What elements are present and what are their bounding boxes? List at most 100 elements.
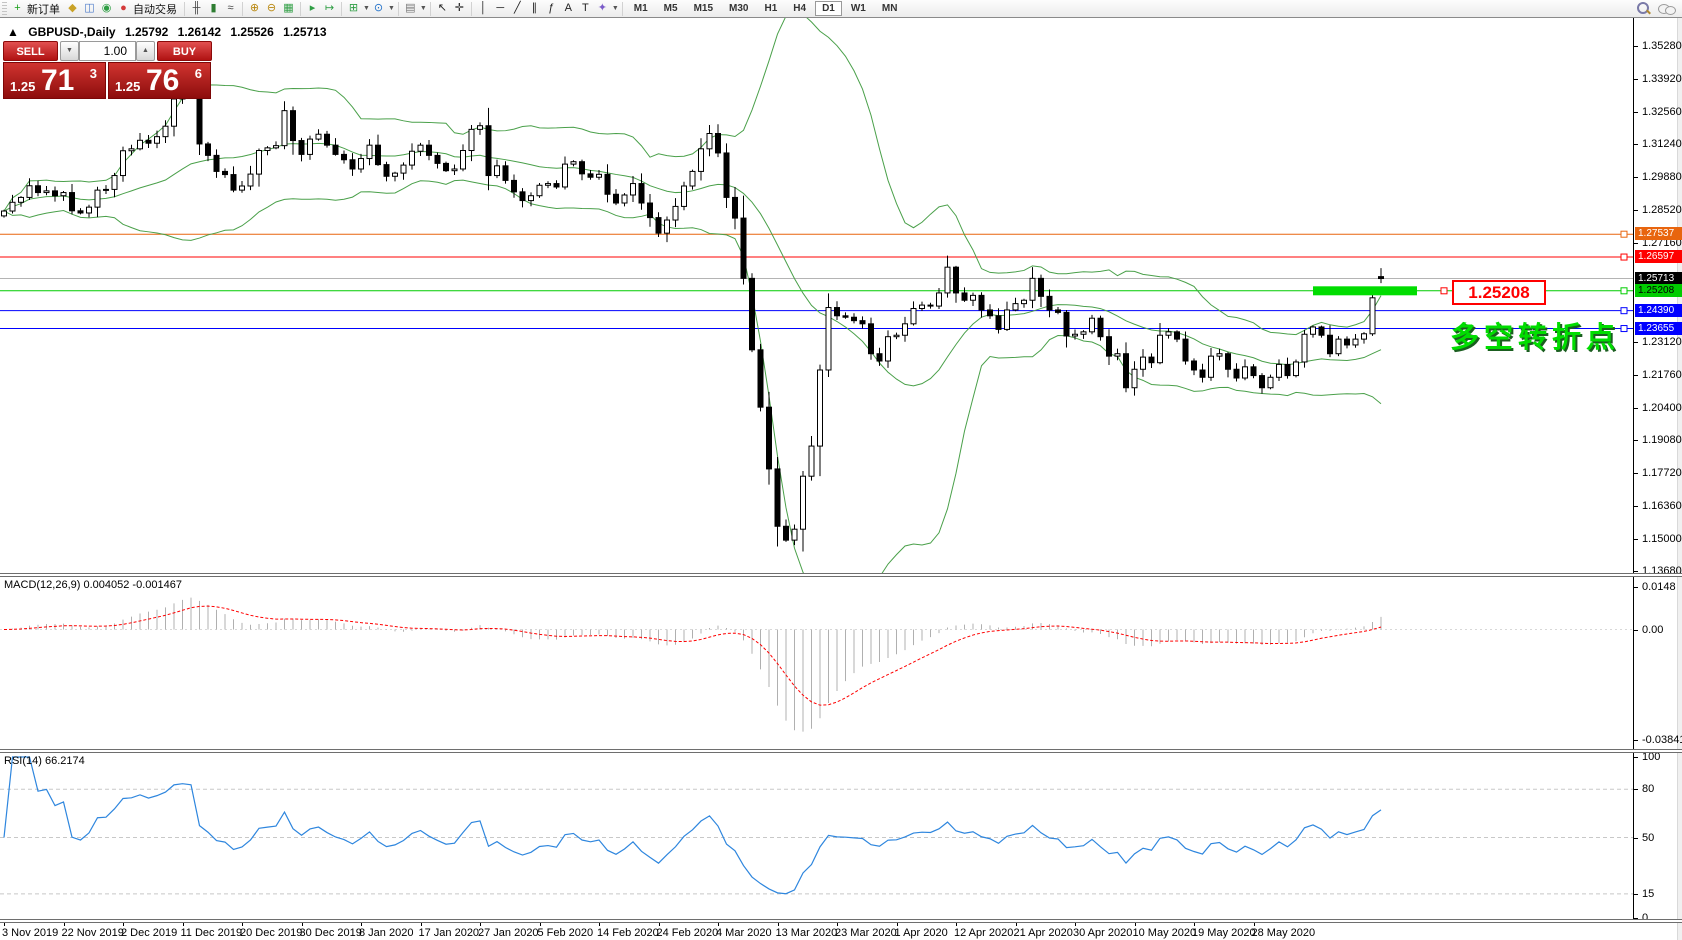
candle-body bbox=[877, 354, 882, 361]
candle-body bbox=[801, 476, 806, 529]
volume-input[interactable]: 1.00 bbox=[79, 41, 136, 61]
candle-body bbox=[418, 145, 423, 151]
line-anchor-marker[interactable] bbox=[1621, 231, 1627, 237]
rsi-axis-label: 50 bbox=[1642, 832, 1654, 844]
candle-body bbox=[1345, 339, 1350, 345]
candle-body bbox=[27, 186, 32, 198]
candle-body bbox=[656, 218, 661, 234]
candle-body bbox=[860, 321, 865, 324]
date-axis-label: 4 Mar 2020 bbox=[716, 927, 772, 939]
date-axis-label: 8 Jan 2020 bbox=[359, 927, 413, 939]
candle-body bbox=[818, 370, 823, 446]
candle-body bbox=[1294, 362, 1299, 376]
candle-body bbox=[393, 173, 398, 176]
candle-body bbox=[1217, 354, 1222, 356]
candle-body bbox=[95, 190, 100, 207]
candle-body bbox=[61, 193, 66, 196]
candle-body bbox=[172, 99, 177, 126]
pivot-text-annotation[interactable]: 多空转折点 bbox=[1450, 314, 1620, 356]
volume-down-button[interactable]: ▼ bbox=[60, 41, 79, 61]
price-note-anchor[interactable] bbox=[1441, 288, 1447, 294]
price-tick bbox=[1633, 571, 1638, 572]
candle-body bbox=[758, 350, 763, 407]
candle-body bbox=[1285, 364, 1290, 375]
candle-body bbox=[690, 171, 695, 186]
sell-quote[interactable]: 1.25 71 3 bbox=[3, 62, 106, 99]
chart-canvas[interactable] bbox=[0, 0, 1682, 940]
price-tick bbox=[1633, 177, 1638, 178]
price-badge: 1.24390 bbox=[1635, 304, 1682, 317]
macd-tick bbox=[1633, 740, 1638, 741]
price-axis-label: 1.23120 bbox=[1642, 336, 1682, 348]
candle-body bbox=[1030, 278, 1035, 300]
date-axis-label: 28 May 2020 bbox=[1252, 927, 1316, 939]
price-tick bbox=[1633, 506, 1638, 507]
candle-body bbox=[70, 193, 75, 211]
candle-body bbox=[1336, 339, 1341, 354]
candle-body bbox=[19, 197, 24, 202]
candle-body bbox=[1226, 354, 1231, 370]
candle-body bbox=[444, 163, 449, 170]
price-axis-label: 1.33920 bbox=[1642, 73, 1682, 85]
candle-body bbox=[741, 218, 746, 278]
line-anchor-marker[interactable] bbox=[1621, 288, 1627, 294]
rsi-label: RSI(14) 66.2174 bbox=[4, 755, 85, 767]
candle-body bbox=[665, 220, 670, 233]
rsi-tick bbox=[1633, 757, 1638, 758]
macd-axis-label: -0.038415 bbox=[1642, 734, 1682, 746]
date-axis-label: 23 Mar 2020 bbox=[835, 927, 897, 939]
price-badge: 1.26597 bbox=[1635, 250, 1682, 263]
line-anchor-marker[interactable] bbox=[1621, 254, 1627, 260]
rsi-tick bbox=[1633, 789, 1638, 790]
candle-body bbox=[197, 95, 202, 144]
price-badge: 1.27537 bbox=[1635, 227, 1682, 240]
price-tick bbox=[1633, 440, 1638, 441]
date-axis-label: 30 Dec 2019 bbox=[300, 927, 362, 939]
indicator-line bbox=[4, 180, 1381, 598]
ohlc-open: 1.25792 bbox=[125, 25, 168, 39]
candle-body bbox=[843, 316, 848, 317]
buy-quote[interactable]: 1.25 76 6 bbox=[108, 62, 211, 99]
rsi-tick bbox=[1633, 894, 1638, 895]
one-click-trading-panel: SELL ▼ 1.00 ▲ BUY 1.25 71 3 1.25 76 6 bbox=[3, 41, 212, 99]
candle-body bbox=[605, 174, 610, 194]
macd-pane-separator[interactable] bbox=[0, 573, 1682, 577]
candle-body bbox=[316, 134, 321, 139]
candle-body bbox=[291, 111, 296, 141]
candle-body bbox=[1081, 332, 1086, 334]
candle-body bbox=[648, 203, 653, 218]
buy-button[interactable]: BUY bbox=[157, 41, 212, 61]
candle-body bbox=[597, 174, 602, 177]
candle-body bbox=[894, 335, 899, 336]
candle-body bbox=[1260, 376, 1265, 388]
date-axis-label: 19 May 2020 bbox=[1192, 927, 1256, 939]
candle-body bbox=[427, 145, 432, 155]
candle-body bbox=[1268, 377, 1273, 387]
sell-button[interactable]: SELL bbox=[3, 41, 58, 61]
candle-body bbox=[435, 155, 440, 163]
rsi-pane-separator[interactable] bbox=[0, 749, 1682, 753]
candle-body bbox=[971, 295, 976, 300]
candle-body bbox=[707, 133, 712, 148]
date-axis-label: 27 Jan 2020 bbox=[478, 927, 539, 939]
candle-body bbox=[53, 191, 58, 196]
candle-body bbox=[1277, 364, 1282, 377]
line-anchor-marker[interactable] bbox=[1621, 308, 1627, 314]
sell-price-pip: 3 bbox=[90, 66, 97, 81]
pivot-highlight-rect[interactable] bbox=[1313, 286, 1417, 295]
candle-body bbox=[954, 267, 959, 293]
candle-body bbox=[1234, 369, 1239, 378]
candle-body bbox=[979, 295, 984, 310]
candle-body bbox=[121, 151, 126, 176]
candle-body bbox=[920, 305, 925, 308]
candle-body bbox=[1192, 361, 1197, 370]
candle-body bbox=[784, 526, 789, 540]
date-axis-label: 20 Dec 2019 bbox=[240, 927, 302, 939]
macd-label: MACD(12,26,9) 0.004052 -0.001467 bbox=[4, 579, 182, 591]
price-axis-label: 1.20400 bbox=[1642, 402, 1682, 414]
candle-body bbox=[1149, 357, 1154, 363]
price-axis-label: 1.16360 bbox=[1642, 500, 1682, 512]
line-anchor-marker[interactable] bbox=[1621, 326, 1627, 332]
price-note-label[interactable]: 1.25208 bbox=[1452, 280, 1546, 305]
volume-up-button[interactable]: ▲ bbox=[136, 41, 155, 61]
